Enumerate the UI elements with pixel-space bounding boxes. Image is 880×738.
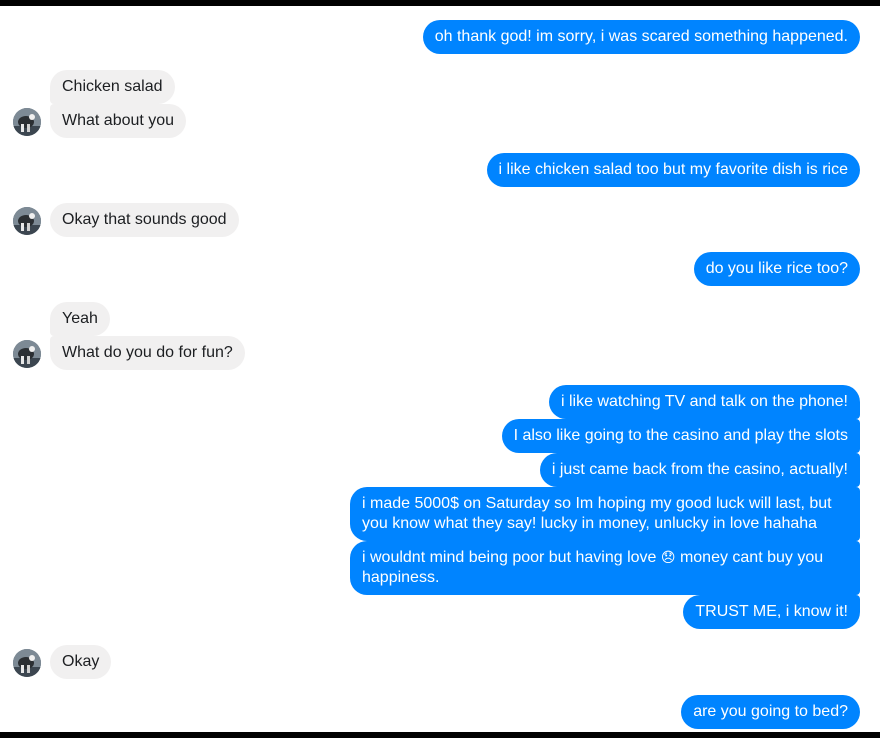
message-text: What do you do for fun? [62,344,233,361]
avatar-icon [13,207,41,235]
message-text: What about you [62,112,175,129]
chat-conversation: oh thank god! im sorry, i was scared som… [0,6,880,732]
contact-avatar[interactable] [13,108,41,136]
message-text: i like chicken salad too but my favorite… [498,161,848,178]
message-text: are you going to bed? [693,703,848,720]
message-text: TRUST ME, i know it! [695,603,848,620]
contact-avatar[interactable] [13,340,41,368]
message-incoming[interactable]: Yeah [50,302,110,336]
avatar-icon [13,108,41,136]
message-incoming[interactable]: Chicken salad [50,70,175,104]
message-text: i just came back from the casino, actual… [551,461,848,478]
message-text: i made 5000$ on Saturday so Im hoping my… [362,495,832,532]
message-outgoing[interactable]: oh thank god! im sorry, i was scared som… [422,20,860,54]
message-outgoing[interactable]: do you like rice too? [693,252,860,286]
message-text-part: i wouldnt mind being poor but having lov… [362,549,657,566]
contact-avatar[interactable] [13,649,41,677]
message-outgoing[interactable]: i just came back from the casino, actual… [539,453,860,487]
message-text: i like watching TV and talk on the phone… [561,393,848,410]
message-incoming[interactable]: Okay [50,645,112,679]
message-outgoing[interactable]: i like watching TV and talk on the phone… [549,385,860,419]
message-outgoing[interactable]: i made 5000$ on Saturday so Im hoping my… [350,487,860,541]
message-incoming[interactable]: Okay that sounds good [50,203,239,237]
message-text: Okay [62,653,100,670]
contact-avatar[interactable] [13,207,41,235]
message-outgoing[interactable]: i wouldnt mind being poor but having lov… [350,541,860,595]
message-text: I also like going to the casino and play… [513,427,848,444]
message-text: Okay that sounds good [62,211,227,228]
message-outgoing[interactable]: TRUST ME, i know it! [683,595,860,629]
message-incoming[interactable]: What do you do for fun? [50,336,245,370]
avatar-icon [13,649,41,677]
sad-face-emoji: 😞 [660,550,676,566]
message-text: Chicken salad [62,78,163,95]
message-incoming[interactable]: What about you [50,104,187,138]
avatar-icon [13,340,41,368]
message-outgoing[interactable]: I also like going to the casino and play… [501,419,860,453]
message-text: Yeah [62,310,98,327]
message-text: do you like rice too? [705,260,848,277]
message-outgoing[interactable]: are you going to bed? [681,695,860,729]
message-text: oh thank god! im sorry, i was scared som… [434,28,848,45]
message-outgoing[interactable]: i like chicken salad too but my favorite… [486,153,860,187]
